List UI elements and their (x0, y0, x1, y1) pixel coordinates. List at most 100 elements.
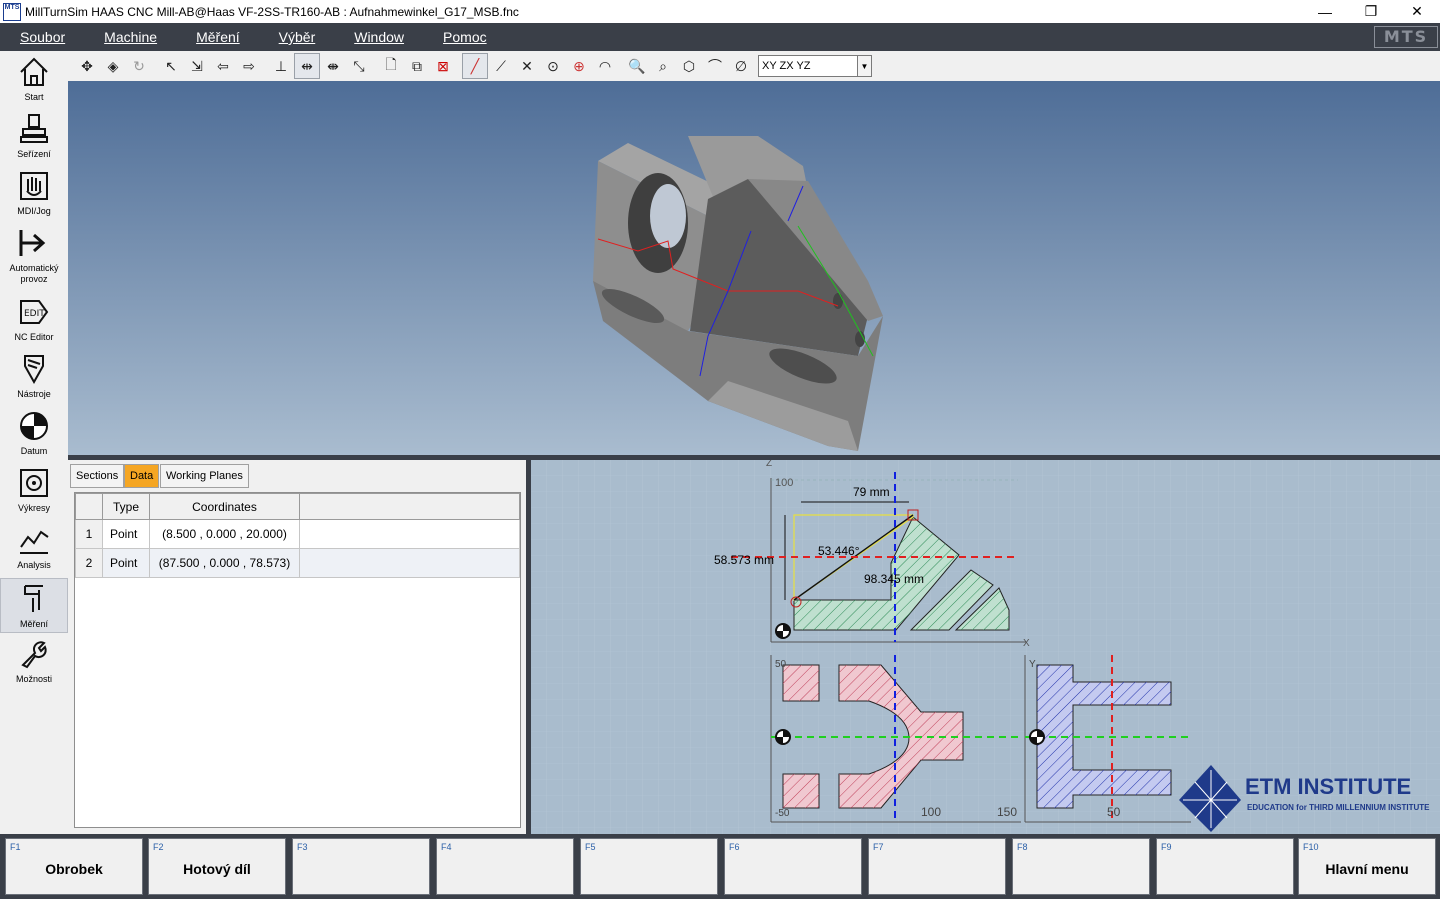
column-header-empty (299, 493, 520, 520)
wrench-icon (21, 641, 47, 669)
menu-bar: Soubor Machine Měření Výběr Window Pomoc… (0, 23, 1440, 51)
fkey-number: F5 (585, 842, 596, 852)
row-number: 2 (75, 548, 103, 578)
sidebar-item-serizeni[interactable]: Seřízení (0, 112, 68, 160)
sidebar-item-vykresy[interactable]: Výkresy (0, 466, 68, 514)
menu-vyber[interactable]: Výběr (279, 29, 316, 45)
fkey-f8-button[interactable]: F8 (1012, 838, 1150, 895)
menu-soubor[interactable]: Soubor (20, 29, 65, 45)
axis-measure-icon[interactable]: ⊥ (268, 53, 294, 79)
sidebar-item-automaticky-provoz[interactable]: Automatický provoz (0, 226, 68, 285)
sidebar-item-mereni[interactable]: Měření (0, 578, 68, 633)
fkey-f9-button[interactable]: F9 (1156, 838, 1294, 895)
arrow-left-icon[interactable]: ⇦ (210, 53, 236, 79)
sidebar-item-analysis[interactable]: Analysis (0, 523, 68, 571)
horizontal-measure-icon[interactable]: ⇼ (320, 53, 346, 79)
line-tool-icon[interactable]: ╱ (462, 53, 488, 79)
function-key-bar: F1 Obrobek F2 Hotový díl F3 F4 F5 F6 F7 F8… (0, 834, 1440, 899)
close-button[interactable]: ✕ (1394, 0, 1440, 23)
minimize-button[interactable]: — (1302, 0, 1348, 23)
tick-label-100b: 100 (921, 805, 941, 819)
sidebar-item-nastroje[interactable]: Nástroje (0, 352, 68, 400)
diameter-icon[interactable]: ∅ (728, 53, 754, 79)
pan-icon[interactable]: ✥ (74, 53, 100, 79)
fkey-number: F1 (10, 842, 21, 852)
fkey-label: Hlavní menu (1325, 861, 1409, 877)
drawing-icon (20, 469, 48, 497)
3d-viewport[interactable] (68, 81, 1440, 455)
fkey-f10-button[interactable]: F10 Hlavní menu (1298, 838, 1436, 895)
sidebar-item-nc-editor[interactable]: EDIT NC Editor (0, 295, 68, 343)
sidebar-item-label: NC Editor (14, 332, 54, 342)
fkey-number: F7 (873, 842, 884, 852)
zoom-icon[interactable]: 🔍 (624, 53, 650, 79)
table-header-row: Type Coordinates (75, 493, 520, 520)
3d-part-model (593, 136, 883, 451)
fkey-number: F2 (153, 842, 164, 852)
hand-jog-icon (20, 172, 48, 200)
fkey-f5-button[interactable]: F5 (580, 838, 718, 895)
tab-sections[interactable]: Sections (70, 464, 125, 488)
new-document-icon[interactable]: 🗋 (378, 53, 404, 79)
fkey-number: F4 (441, 842, 452, 852)
rotate-view-icon[interactable]: ◈ (100, 53, 126, 79)
fkey-f2-button[interactable]: F2 Hotový díl (148, 838, 286, 895)
point-line-icon[interactable]: ⟋ (488, 53, 514, 79)
fkey-f3-button[interactable]: F3 (292, 838, 430, 895)
fkey-f1-button[interactable]: F1 Obrobek (5, 838, 143, 895)
sidebar-item-label: Výkresy (17, 503, 50, 513)
sidebar-item-label: Možnosti (15, 674, 52, 684)
menu-machine[interactable]: Machine (104, 29, 157, 45)
copy-document-icon[interactable]: ⧉ (404, 53, 430, 79)
table-row[interactable]: 1 Point (8.500 , 0.000 , 20.000) (75, 519, 520, 549)
zoom-select-icon[interactable]: ⌕ (650, 53, 676, 79)
sidebar-item-start[interactable]: Start (0, 55, 68, 103)
delete-document-icon[interactable]: ⊠ (430, 53, 456, 79)
arrow-right-icon[interactable]: ⇨ (236, 53, 262, 79)
fkey-label: Hotový díl (183, 861, 251, 877)
chevron-down-icon[interactable]: ▼ (857, 56, 871, 76)
tab-data[interactable]: Data (124, 464, 160, 488)
table-corner (75, 493, 103, 520)
cube-view-icon[interactable]: ⬡ (676, 53, 702, 79)
sidebar-item-datum[interactable]: Datum (0, 409, 68, 457)
dim-height-label: 58.573 mm (714, 553, 774, 567)
refresh-icon[interactable]: ↻ (126, 53, 152, 79)
intersection-icon[interactable]: ✕ (514, 53, 540, 79)
mts-logo: MTS (1374, 26, 1438, 48)
sidebar-item-label: Analysis (17, 560, 51, 570)
measurement-panel: Sections Data Working Planes Type Coordi… (68, 460, 526, 834)
fkey-f6-button[interactable]: F6 (724, 838, 862, 895)
fkey-number: F9 (1161, 842, 1172, 852)
curve-icon[interactable]: ⌒ (702, 53, 728, 79)
tool-icon (24, 355, 44, 385)
diagonal-measure-icon[interactable]: ⤡ (346, 53, 372, 79)
cell-type: Point (102, 548, 150, 578)
column-header-coordinates[interactable]: Coordinates (149, 493, 300, 520)
select-point-icon[interactable]: ⇲ (184, 53, 210, 79)
select-pointer-icon[interactable]: ↖ (158, 53, 184, 79)
arc-icon[interactable]: ◠ (592, 53, 618, 79)
menu-window[interactable]: Window (354, 29, 404, 45)
plane-select[interactable]: XY ZX YZ ▼ (758, 55, 872, 77)
sidebar-item-label: Měření (19, 619, 48, 629)
fkey-f4-button[interactable]: F4 (436, 838, 574, 895)
column-header-type[interactable]: Type (102, 493, 150, 520)
circle-center-icon[interactable]: ⊙ (540, 53, 566, 79)
fkey-f7-button[interactable]: F7 (868, 838, 1006, 895)
sidebar-item-moznosti[interactable]: Možnosti (0, 637, 68, 685)
2d-drawing-view[interactable]: 79 mm 58.573 mm 53.446° 98.345 mm Z 100 … (531, 460, 1440, 834)
menu-mereni[interactable]: Měření (196, 29, 240, 45)
tab-working-planes[interactable]: Working Planes (160, 464, 249, 488)
toolbar: ✥ ◈ ↻ ↖ ⇲ ⇦ ⇨ ⊥ ⇹ ⇼ ⤡ 🗋 ⧉ ⊠ ╱ ⟋ ✕ ⊙ ⊕ ◠ … (68, 51, 1440, 81)
distance-measure-icon[interactable]: ⇹ (294, 53, 320, 79)
sidebar-item-mdi-jog[interactable]: MDI/Jog (0, 169, 68, 217)
cell-coordinates: (87.500 , 0.000 , 78.573) (149, 548, 300, 578)
menu-pomoc[interactable]: Pomoc (443, 29, 487, 45)
restore-button[interactable]: ❐ (1348, 0, 1394, 23)
tick-label-100: 100 (775, 477, 793, 489)
tick-label-50: 50 (775, 659, 787, 670)
circle-fit-icon[interactable]: ⊕ (566, 53, 592, 79)
table-row[interactable]: 2 Point (87.500 , 0.000 , 78.573) (75, 548, 520, 578)
data-table-container: Type Coordinates 1 Point (8.500 , 0.000 … (74, 492, 521, 828)
